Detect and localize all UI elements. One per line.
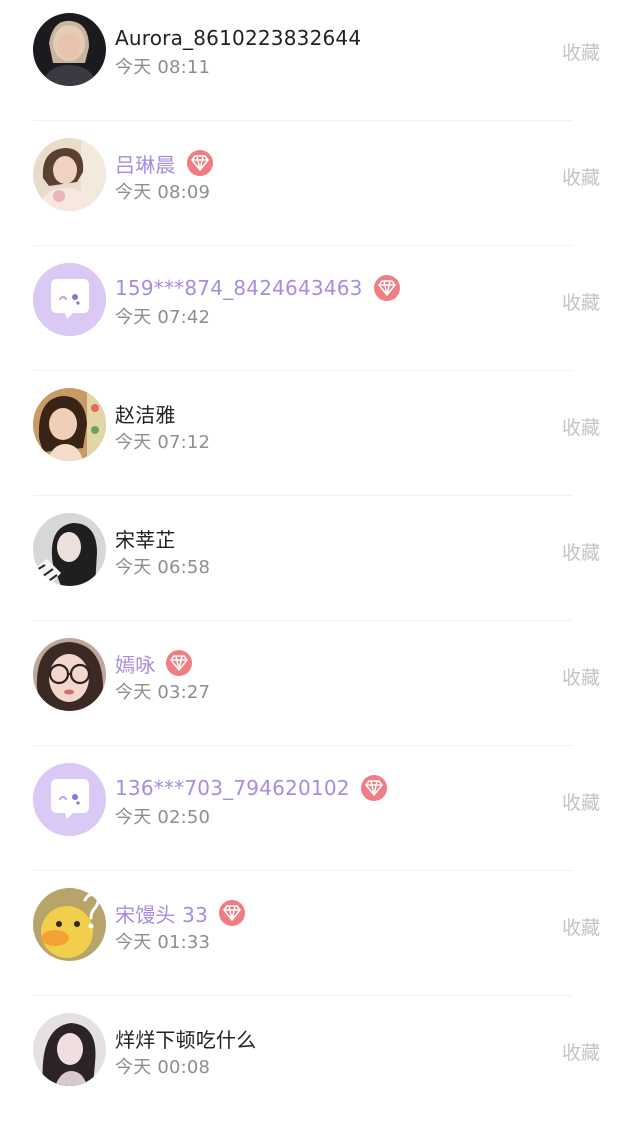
user-name: 烊烊下顿吃什么: [115, 1027, 257, 1052]
user-name-line: 宋馒头 33: [115, 898, 246, 928]
collect-button[interactable]: 收藏: [562, 788, 600, 815]
user-name: 嫣咏: [115, 652, 156, 677]
collect-button[interactable]: 收藏: [562, 288, 600, 315]
avatar[interactable]: [33, 763, 106, 836]
list-item[interactable]: Aurora_8610223832644 今天 08:11 收藏: [0, 0, 640, 125]
vip-diamond-icon: [166, 650, 193, 676]
avatar[interactable]: [33, 13, 106, 86]
avatar[interactable]: [33, 513, 106, 586]
collect-button[interactable]: 收藏: [562, 538, 600, 565]
user-name-line: 136***703_794620102: [115, 773, 387, 803]
collect-time: 今天 06:58: [115, 557, 211, 578]
divider: [33, 245, 573, 246]
collect-button[interactable]: 收藏: [562, 1038, 600, 1065]
vip-diamond-icon: [360, 775, 387, 801]
avatar[interactable]: [33, 1013, 106, 1086]
user-name: 宋莘芷: [115, 527, 176, 552]
vip-diamond-icon: [219, 900, 246, 926]
avatar[interactable]: [33, 138, 106, 211]
user-name-line: 159***874_8424643463: [115, 273, 400, 303]
vip-diamond-icon: [186, 150, 213, 176]
divider: [33, 870, 573, 871]
divider: [33, 495, 573, 496]
divider: [33, 620, 573, 621]
user-name-line: 吕琳晨: [115, 148, 213, 178]
collect-time: 今天 07:42: [115, 307, 211, 328]
user-name-line: 嫣咏: [115, 648, 193, 678]
avatar[interactable]: [33, 388, 106, 461]
divider: [33, 995, 573, 996]
collect-button[interactable]: 收藏: [562, 38, 600, 65]
list-item[interactable]: 嫣咏 今天 03:27 收藏: [0, 625, 640, 750]
collect-time: 今天 07:12: [115, 432, 211, 453]
divider: [33, 120, 573, 121]
avatar[interactable]: [33, 638, 106, 711]
vip-diamond-icon: [373, 275, 400, 301]
collect-time: 今天 00:08: [115, 1057, 211, 1078]
collect-button[interactable]: 收藏: [562, 163, 600, 190]
default-chat-icon: [33, 263, 106, 336]
list-item[interactable]: 宋莘芷 今天 06:58 收藏: [0, 500, 640, 625]
collect-time: 今天 02:50: [115, 807, 211, 828]
default-chat-icon: [33, 763, 106, 836]
list-item[interactable]: 赵洁雅 今天 07:12 收藏: [0, 375, 640, 500]
user-name: Aurora_8610223832644: [115, 26, 362, 50]
collect-time: 今天 01:33: [115, 932, 211, 953]
list-item[interactable]: 吕琳晨 今天 08:09 收藏: [0, 125, 640, 250]
user-name: 136***703_794620102: [115, 776, 350, 800]
collect-button[interactable]: 收藏: [562, 663, 600, 690]
list-item[interactable]: 宋馒头 33 今天 01:33 收藏: [0, 875, 640, 1000]
user-name-line: Aurora_8610223832644: [115, 23, 361, 53]
collect-button[interactable]: 收藏: [562, 413, 600, 440]
user-name: 吕琳晨: [115, 152, 176, 177]
user-name-line: 烊烊下顿吃什么: [115, 1023, 256, 1053]
list-item[interactable]: 136***703_794620102 今天 02:50 收藏: [0, 750, 640, 875]
list-item[interactable]: 159***874_8424643463 今天 07:42 收藏: [0, 250, 640, 375]
user-name: 赵洁雅: [115, 402, 176, 427]
divider: [33, 370, 573, 371]
collect-time: 今天 08:09: [115, 182, 211, 203]
user-name-line: 宋莘芷: [115, 523, 176, 553]
user-name: 宋馒头 33: [115, 902, 209, 927]
avatar[interactable]: [33, 888, 106, 961]
avatar[interactable]: [33, 263, 106, 336]
user-name-line: 赵洁雅: [115, 398, 176, 428]
collect-time: 今天 08:11: [115, 57, 211, 78]
collect-button[interactable]: 收藏: [562, 913, 600, 940]
user-name: 159***874_8424643463: [115, 276, 363, 300]
favorites-user-list: Aurora_8610223832644 今天 08:11 收藏 吕琳晨 今天 …: [0, 0, 640, 1106]
list-item[interactable]: 烊烊下顿吃什么 今天 00:08 收藏: [0, 1000, 640, 1125]
divider: [33, 745, 573, 746]
collect-time: 今天 03:27: [115, 682, 211, 703]
